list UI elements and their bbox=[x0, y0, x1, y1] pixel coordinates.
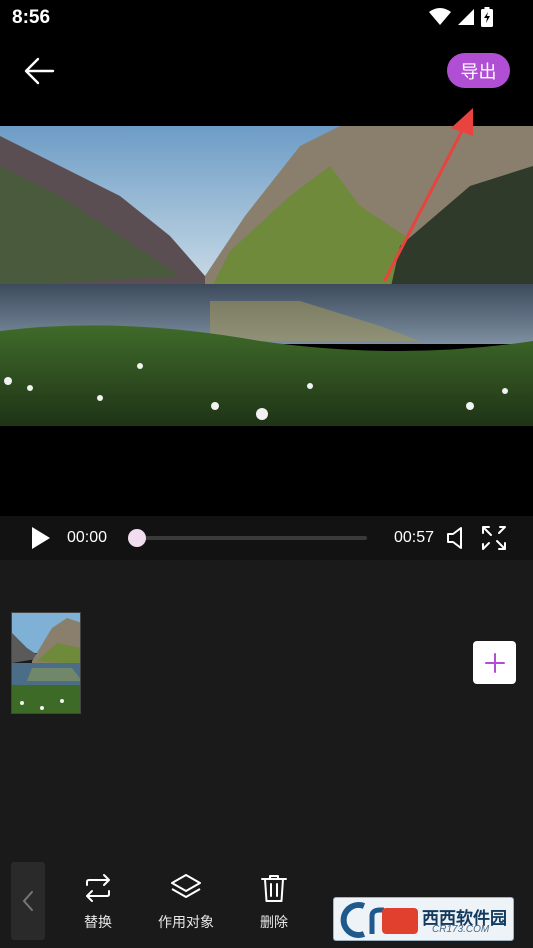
watermark-cr-logo bbox=[340, 902, 418, 938]
export-button[interactable]: 导出 bbox=[447, 53, 510, 88]
player-controls: 00:00 00:57 bbox=[0, 516, 533, 560]
layers-icon bbox=[171, 874, 201, 898]
plus-icon bbox=[484, 652, 505, 673]
cellular-signal-icon bbox=[458, 9, 474, 25]
play-button[interactable] bbox=[26, 524, 54, 552]
delete-button[interactable]: 删除 bbox=[234, 872, 314, 932]
collapse-toolbar-button[interactable] bbox=[11, 862, 45, 940]
annotation-arrow-icon bbox=[383, 108, 473, 282]
status-time: 8:56 bbox=[12, 7, 51, 28]
clip-thumbnail[interactable] bbox=[11, 612, 81, 714]
back-button[interactable] bbox=[22, 54, 56, 88]
replace-icon bbox=[86, 874, 110, 902]
apply-target-button[interactable]: 作用对象 bbox=[146, 872, 226, 932]
arrow-left-icon bbox=[24, 57, 55, 85]
volume-icon bbox=[447, 527, 462, 549]
chevron-left-icon bbox=[22, 891, 33, 911]
fullscreen-button[interactable] bbox=[480, 524, 508, 552]
seek-thumb[interactable] bbox=[128, 529, 146, 547]
fullscreen-icon bbox=[482, 526, 506, 550]
battery-charging-icon bbox=[481, 7, 493, 27]
replace-label: 替换 bbox=[84, 915, 112, 931]
watermark-logo: 西西软件园 CR173.COM bbox=[333, 897, 514, 941]
clip-thumbnail-image bbox=[12, 613, 80, 713]
watermark-domain: CR173.COM bbox=[432, 924, 490, 935]
replace-button[interactable]: 替换 bbox=[58, 872, 138, 932]
apply-target-label: 作用对象 bbox=[158, 915, 214, 931]
add-clip-button[interactable] bbox=[473, 641, 516, 684]
editing-panel: 替换 作用对象 删除 bbox=[0, 560, 533, 948]
wifi-icon bbox=[429, 8, 451, 25]
volume-button[interactable] bbox=[445, 525, 471, 551]
delete-label: 删除 bbox=[260, 915, 288, 931]
current-time: 00:00 bbox=[67, 529, 108, 546]
trash-icon bbox=[261, 875, 287, 902]
status-icons bbox=[429, 6, 493, 28]
status-bar: 8:56 bbox=[0, 0, 533, 36]
total-time: 00:57 bbox=[394, 529, 435, 546]
play-icon bbox=[32, 527, 50, 549]
seek-bar[interactable] bbox=[137, 536, 367, 540]
